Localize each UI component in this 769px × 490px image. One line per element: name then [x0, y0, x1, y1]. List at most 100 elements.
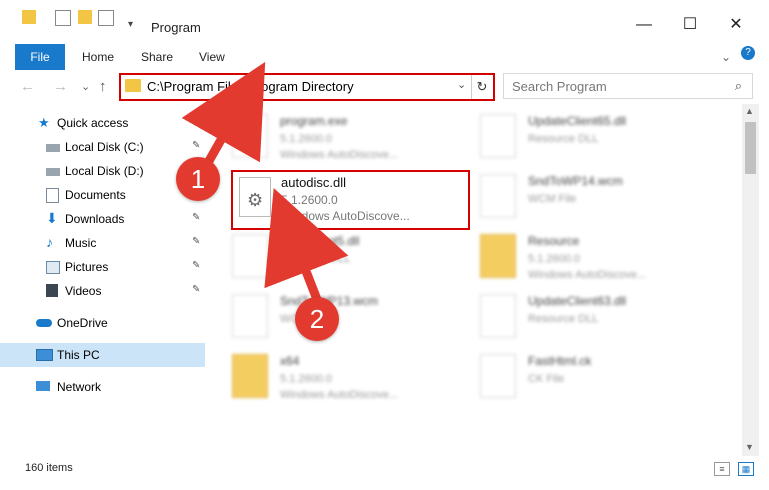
- sidebar-item-this-pc[interactable]: This PC: [0, 343, 205, 367]
- sidebar-item-quick-access[interactable]: ★ Quick access: [0, 111, 205, 135]
- vertical-scrollbar[interactable]: ▲ ▼: [742, 104, 759, 456]
- file-name: UpdateClient63.dll: [528, 294, 627, 308]
- sidebar-item-onedrive[interactable]: OneDrive: [0, 311, 205, 335]
- address-dropdown-icon[interactable]: ⌄: [457, 78, 466, 91]
- file-name: autodisc.dll: [281, 175, 347, 190]
- window-title: Program: [151, 20, 201, 35]
- file-name: UpdateClient65.dll: [528, 114, 627, 128]
- close-button[interactable]: ✕: [713, 10, 759, 40]
- sidebar-item-local-disk-c[interactable]: Local Disk (C:) ✎: [0, 135, 205, 159]
- drive-icon: [46, 168, 60, 176]
- pin-icon[interactable]: ✎: [192, 260, 200, 271]
- sidebar-item-label: Quick access: [57, 116, 129, 130]
- sidebar-item-label: Documents: [65, 188, 126, 202]
- dll-file-icon: [232, 234, 268, 278]
- scroll-up-icon[interactable]: ▲: [745, 106, 754, 116]
- pin-icon[interactable]: ✎: [192, 236, 200, 247]
- drive-icon: [46, 144, 60, 152]
- folder-icon: [232, 354, 268, 398]
- sidebar-item-network[interactable]: Network: [0, 375, 205, 399]
- sidebar-item-pictures[interactable]: Pictures ✎: [0, 255, 205, 279]
- sidebar-item-label: Downloads: [65, 212, 125, 226]
- new-folder-icon[interactable]: [78, 10, 92, 24]
- address-bar[interactable]: C:\Program Files\Program Directory ⌄ ↻: [119, 73, 495, 101]
- minimize-button[interactable]: —: [621, 10, 667, 40]
- file-icon: [480, 354, 516, 398]
- file-item-updateclient63[interactable]: UpdateClient63.dll Resource DLL: [470, 288, 710, 348]
- help-icon[interactable]: ?: [741, 46, 755, 60]
- file-name: ...ateClient5.dll: [280, 234, 360, 248]
- sidebar-item-downloads[interactable]: ⬇ Downloads ✎: [0, 207, 205, 231]
- file-icon: [480, 174, 516, 218]
- file-item-resource[interactable]: Resource 5.1.2600.0 Windows AutoDiscove.…: [470, 228, 710, 288]
- folder-icon[interactable]: [22, 10, 36, 24]
- ribbon-expand-icon[interactable]: ⌄: [721, 44, 731, 70]
- sidebar-item-music[interactable]: ♪ Music ✎: [0, 231, 205, 255]
- sidebar-item-label: Local Disk (C:): [65, 140, 144, 154]
- forward-button[interactable]: →: [53, 78, 68, 95]
- file-name: FastHtml.ck: [528, 354, 592, 368]
- qat-dropdown-icon[interactable]: ▾: [128, 19, 133, 30]
- exe-file-icon: [232, 114, 268, 158]
- file-item-updateclient65[interactable]: UpdateClient65.dll Resource DLL: [470, 108, 710, 168]
- file-type: Resource DLL: [280, 253, 351, 265]
- file-name: Resource: [528, 234, 580, 248]
- videos-icon: [46, 284, 58, 297]
- customize-qat-icon[interactable]: [98, 10, 114, 26]
- tab-file[interactable]: File: [15, 44, 65, 70]
- sidebar-item-label: Network: [57, 380, 102, 394]
- search-icon[interactable]: ⌕: [735, 78, 742, 94]
- file-item-autodisc-dll[interactable]: ⚙ autodisc.dll 5.1.2600.0 Windows AutoDi…: [231, 170, 470, 230]
- file-item-program-exe[interactable]: program.exe 5.1.2600.0 Windows AutoDisco…: [222, 108, 462, 168]
- search-input[interactable]: Search Program ⌕: [503, 73, 753, 99]
- file-item-updateclient5[interactable]: ...ateClient5.dll Resource DLL: [222, 228, 462, 288]
- file-description: Windows AutoDiscove...: [280, 149, 398, 161]
- address-path[interactable]: C:\Program Files\Program Directory: [147, 79, 354, 94]
- maximize-button[interactable]: ☐: [667, 10, 713, 40]
- file-description: Windows AutoDiscove...: [280, 389, 398, 401]
- file-version: 5.1.2600.0: [280, 133, 332, 145]
- sidebar-item-documents[interactable]: Documents ✎: [0, 183, 205, 207]
- documents-icon: [46, 188, 59, 203]
- file-item-x64[interactable]: x64 5.1.2600.0 Windows AutoDiscove...: [222, 348, 462, 408]
- file-version: 5.1.2600.0: [281, 193, 338, 207]
- sidebar-item-label: OneDrive: [57, 316, 108, 330]
- tab-home[interactable]: Home: [82, 44, 114, 70]
- file-name: SndToWP14.wcm: [528, 174, 623, 188]
- file-item-sndtowp14[interactable]: SndToWP14.wcm WCM File: [470, 168, 710, 228]
- folder-icon: [125, 79, 141, 92]
- computer-icon: [36, 349, 53, 361]
- sidebar-item-videos[interactable]: Videos ✎: [0, 279, 205, 303]
- pin-icon[interactable]: ✎: [192, 284, 200, 295]
- sidebar-item-local-disk-d[interactable]: Local Disk (D:) ✎: [0, 159, 205, 183]
- dll-file-icon: [480, 294, 516, 338]
- back-button[interactable]: ←: [20, 78, 35, 95]
- scroll-down-icon[interactable]: ▼: [745, 442, 754, 452]
- sidebar-item-label: Pictures: [65, 260, 109, 274]
- tab-view[interactable]: View: [199, 44, 225, 70]
- navigation-pane: ★ Quick access Local Disk (C:) ✎ Local D…: [0, 104, 205, 456]
- star-icon: ★: [38, 115, 50, 130]
- sidebar-item-label: Local Disk (D:): [65, 164, 144, 178]
- search-placeholder: Search Program: [512, 79, 607, 94]
- pin-icon[interactable]: ✎: [192, 140, 200, 151]
- properties-icon[interactable]: [55, 10, 71, 26]
- file-item-fasthtml[interactable]: FastHtml.ck CK File: [470, 348, 710, 408]
- file-item-sndtowp13[interactable]: SndT...WP13.wcm WC...: [222, 288, 462, 348]
- file-description: Windows AutoDiscove...: [528, 269, 646, 281]
- file-name: program.exe: [280, 114, 348, 128]
- cloud-icon: [36, 319, 52, 327]
- tab-share[interactable]: Share: [141, 44, 173, 70]
- title-bar: ▾ Program — ☐ ✕: [0, 0, 769, 44]
- file-version: 5.1.2600.0: [528, 253, 580, 265]
- refresh-button[interactable]: ↻: [471, 75, 492, 99]
- pin-icon[interactable]: ✎: [192, 212, 200, 223]
- up-button[interactable]: ↑: [99, 78, 107, 95]
- details-view-icon[interactable]: ≡: [714, 462, 730, 476]
- sidebar-item-label: This PC: [57, 348, 100, 362]
- scroll-thumb[interactable]: [745, 122, 756, 174]
- gear-icon: ⚙: [247, 190, 264, 210]
- file-type: CK File: [528, 373, 565, 385]
- recent-locations-button[interactable]: ⌄: [81, 80, 90, 93]
- large-icons-view-icon[interactable]: ▦: [738, 462, 754, 476]
